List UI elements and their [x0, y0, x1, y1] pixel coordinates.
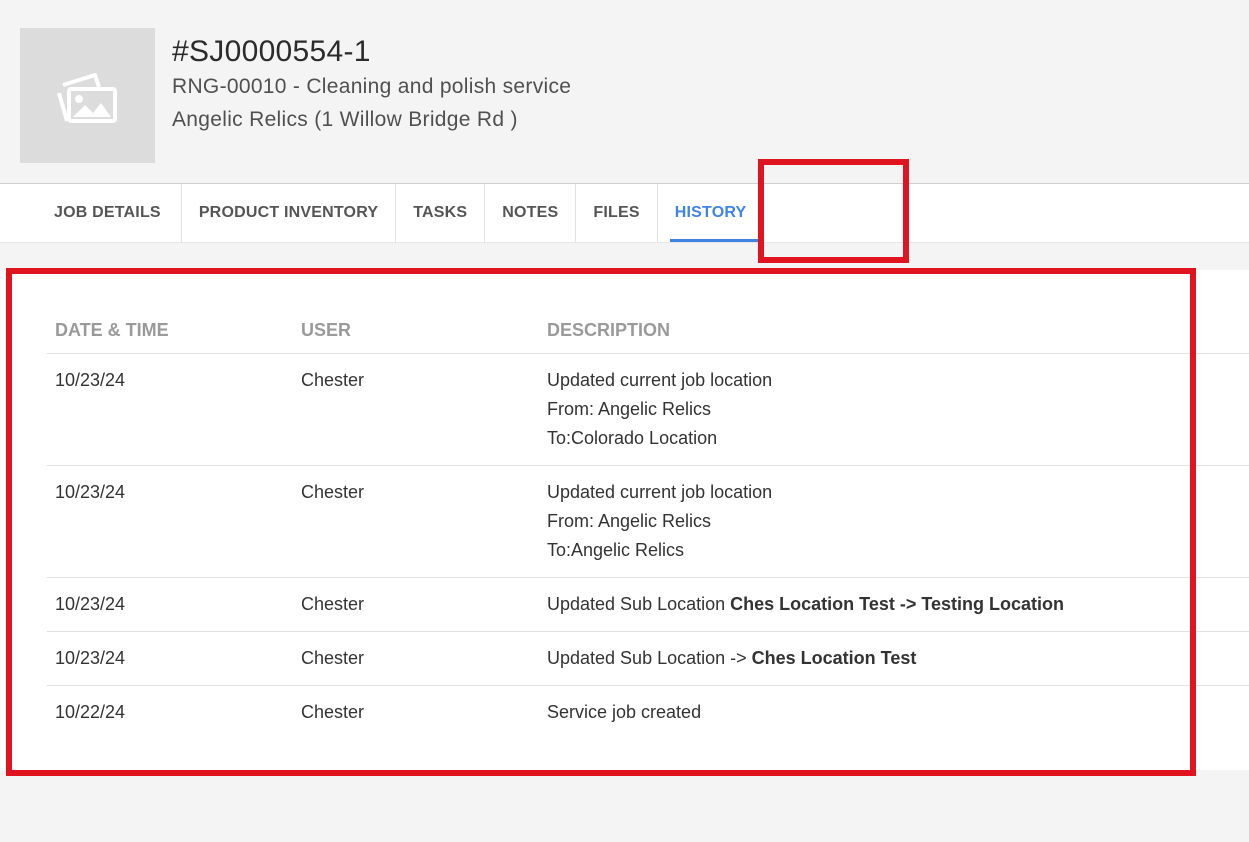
history-description: Updated current job location From: Angel… — [539, 465, 1249, 578]
history-user: Chester — [301, 702, 365, 722]
job-header: #SJ0000554-1 RNG-00010 - Cleaning and po… — [20, 28, 571, 163]
history-description: Updated Sub Location -> Ches Location Te… — [539, 631, 1249, 686]
table-row: 10/22/24 Chester Service job created — [47, 686, 1249, 740]
description-line: To:Colorado Location — [547, 428, 718, 448]
column-header-description[interactable]: DESCRIPTION — [539, 310, 1249, 354]
history-user: Chester — [293, 631, 539, 686]
history-description: Updated current job location From: Angel… — [539, 353, 1249, 466]
tab-job-details[interactable]: JOB DETAILS — [0, 184, 182, 242]
history-header-row: DATE & TIME USER DESCRIPTION — [47, 310, 1249, 354]
description-line: From: Angelic Relics — [547, 399, 712, 419]
history-date: 10/23/24 — [47, 577, 293, 632]
service-line: RNG-00010 - Cleaning and polish service — [172, 75, 572, 98]
history-user: Chester — [293, 465, 539, 578]
table-row: 10/23/24 Chester Updated current job loc… — [47, 465, 1249, 578]
tab-notes[interactable]: NOTES — [485, 184, 577, 242]
history-table: DATE & TIME USER DESCRIPTION 10/23/24 Ch… — [47, 310, 1249, 739]
description-line: Updated current job location — [547, 482, 773, 502]
column-header-date[interactable]: DATE & TIME — [47, 310, 293, 354]
job-header-text: #SJ0000554-1 RNG-00010 - Cleaning and po… — [172, 34, 571, 136]
history-user: Chester — [293, 577, 539, 632]
location-line: Angelic Relics (1 Willow Bridge Rd ) — [172, 108, 518, 131]
tab-files[interactable]: FILES — [576, 184, 658, 242]
description-bold: Ches Location Test -> Testing Location — [730, 594, 1065, 614]
tab-tasks[interactable]: TASKS — [396, 184, 486, 242]
description-line: Updated current job location — [547, 370, 773, 390]
image-placeholder-icon — [55, 67, 121, 125]
description-prefix: Updated Sub Location -> — [547, 648, 752, 668]
table-row: 10/23/24 Chester Updated Sub Location ->… — [47, 631, 1249, 686]
history-date: 10/23/24 — [47, 353, 293, 466]
history-panel: DATE & TIME USER DESCRIPTION 10/23/24 Ch… — [0, 270, 1249, 770]
history-date: 10/23/24 — [47, 631, 293, 686]
table-row: 10/23/24 Chester Updated current job loc… — [47, 353, 1249, 466]
history-date: 10/22/24 — [55, 702, 126, 722]
history-description: Updated Sub Location Ches Location Test … — [539, 577, 1249, 632]
description-bold: Ches Location Test — [751, 648, 917, 668]
history-user: Chester — [293, 353, 539, 466]
description-line: From: Angelic Relics — [547, 511, 712, 531]
description-line: To:Angelic Relics — [547, 540, 685, 560]
history-description: Service job created — [539, 686, 1249, 740]
column-header-user[interactable]: USER — [293, 310, 539, 354]
job-id-title: #SJ0000554-1 — [172, 35, 371, 68]
tab-history[interactable]: HISTORY — [658, 184, 764, 242]
tab-bar: JOB DETAILS PRODUCT INVENTORY TASKS NOTE… — [0, 183, 1249, 243]
history-date: 10/23/24 — [47, 465, 293, 578]
job-thumbnail — [20, 28, 155, 163]
description-prefix: Updated Sub Location — [547, 594, 731, 614]
table-row: 10/23/24 Chester Updated Sub Location Ch… — [47, 577, 1249, 632]
description-line: Service job created — [547, 702, 702, 722]
tab-product-inventory[interactable]: PRODUCT INVENTORY — [182, 184, 397, 242]
